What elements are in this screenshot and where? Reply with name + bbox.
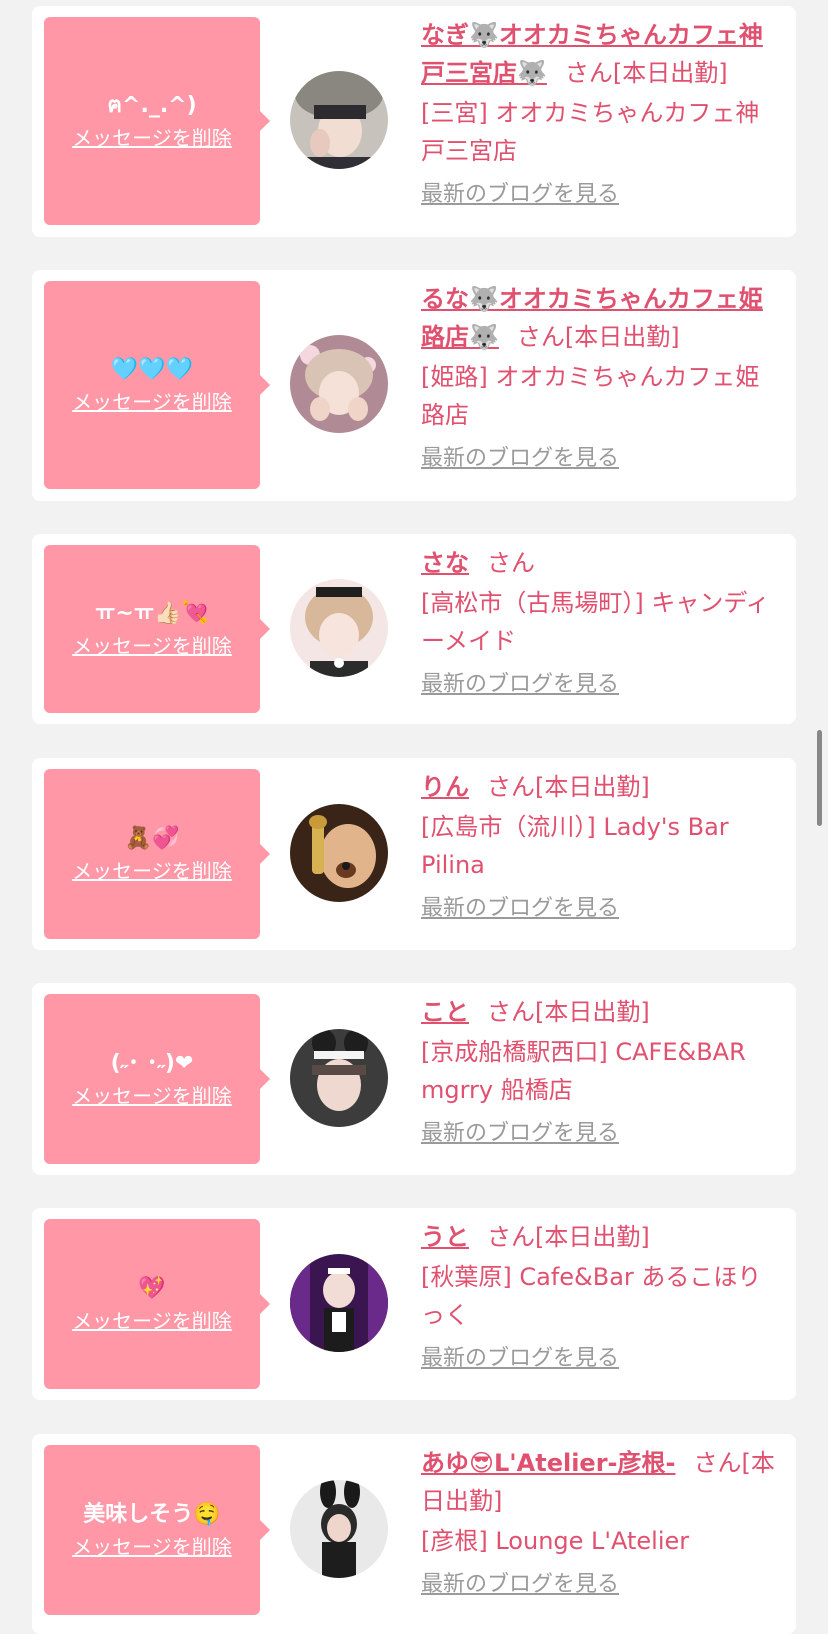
message-card: 🧸💞 メッセージを削除 りん さん[本日出勤] [広島市（流川）] Lady's … (32, 758, 796, 950)
avatar[interactable] (290, 71, 388, 169)
member-name-link[interactable]: こと (421, 998, 469, 1026)
message-card: ㅠ~ㅠ👍🏻💘 メッセージを削除 さな さん [高松市（古馬場町）] キャンディーメ… (32, 534, 796, 724)
message-bubble: ㅠ~ㅠ👍🏻💘 メッセージを削除 (44, 545, 270, 713)
message-text: 🧸💞 (124, 826, 180, 851)
latest-blog-link[interactable]: 最新のブログを見る (421, 1119, 783, 1149)
honorific: さん (487, 1223, 535, 1251)
latest-blog-link[interactable]: 最新のブログを見る (421, 180, 783, 210)
latest-blog-link[interactable]: 最新のブログを見る (421, 894, 783, 924)
honorific: さん (487, 549, 535, 577)
shop-name: [京成船橋駅西口] CAFE&BAR mgrry 船橋店 (421, 1038, 746, 1104)
member-name-link[interactable]: あゆ😎L'Atelier-彦根- (421, 1449, 675, 1477)
honorific: さん (693, 1449, 742, 1477)
member-info: こと さん[本日出勤] [京成船橋駅西口] CAFE&BAR mgrry 船橋店 … (421, 993, 783, 1149)
delete-message-link[interactable]: メッセージを削除 (72, 632, 232, 660)
shop-name: [姫路] オオカミちゃんカフェ姫路店 (421, 363, 760, 429)
shop-name: [広島市（流川）] Lady's Bar Pilina (421, 813, 729, 879)
honorific: さん (564, 59, 613, 87)
shop-name: [高松市（古馬場町）] キャンディーメイド (421, 589, 770, 655)
status-badge: [本日出勤] (535, 773, 650, 801)
latest-blog-link[interactable]: 最新のブログを見る (421, 1344, 783, 1374)
message-text: ฅ^._.^) (107, 93, 197, 118)
message-bubble: (˶･ ･˶)❤ メッセージを削除 (44, 994, 270, 1164)
message-bubble: 🧸💞 メッセージを削除 (44, 769, 270, 939)
message-card: (˶･ ･˶)❤ メッセージを削除 こと さん[本日出勤] [京成船橋駅西口] C… (32, 983, 796, 1175)
message-text: 美味しそう🤤 (83, 1502, 221, 1527)
message-text: 🩵🩵🩵 (110, 357, 194, 382)
avatar[interactable] (290, 335, 388, 433)
status-badge: [本日出勤] (535, 998, 650, 1026)
shop-name: [秋葉原] Cafe&Bar あるこほりっく (421, 1263, 762, 1329)
delete-message-link[interactable]: メッセージを削除 (72, 1307, 232, 1335)
message-text: (˶･ ･˶)❤ (110, 1051, 194, 1076)
message-card: ฅ^._.^) メッセージを削除 なぎ🐺オオカミちゃんカフェ神戸三宮店🐺 さん[本… (32, 6, 796, 237)
member-info: なぎ🐺オオカミちゃんカフェ神戸三宮店🐺 さん[本日出勤] [三宮] オオカミちゃん… (421, 16, 783, 210)
message-bubble: 💖 メッセージを削除 (44, 1219, 270, 1389)
delete-message-link[interactable]: メッセージを削除 (72, 1082, 232, 1110)
member-info: うと さん[本日出勤] [秋葉原] Cafe&Bar あるこほりっく 最新のブログ… (421, 1218, 783, 1374)
member-info: あゆ😎L'Atelier-彦根- さん[本日出勤] [彦根] Lounge L'A… (421, 1444, 783, 1600)
message-card: 🩵🩵🩵 メッセージを削除 るな🐺オオカミちゃんカフェ姫路店🐺 さん[本日出勤] [… (32, 270, 796, 501)
status-badge: [本日出勤] (564, 323, 680, 351)
avatar[interactable] (290, 1029, 388, 1127)
status-badge: [本日出勤] (612, 59, 728, 87)
avatar[interactable] (290, 579, 388, 677)
message-card: 💖 メッセージを削除 うと さん[本日出勤] [秋葉原] Cafe&Bar あるこ… (32, 1208, 796, 1400)
delete-message-link[interactable]: メッセージを削除 (72, 388, 232, 416)
honorific: さん (487, 998, 535, 1026)
member-name-link[interactable]: りん (421, 773, 469, 801)
status-badge: [本日出勤] (535, 1223, 650, 1251)
scrollbar[interactable] (817, 730, 822, 826)
honorific: さん (516, 323, 565, 351)
member-info: るな🐺オオカミちゃんカフェ姫路店🐺 さん[本日出勤] [姫路] オオカミちゃんカフ… (421, 280, 783, 474)
member-info: さな さん [高松市（古馬場町）] キャンディーメイド 最新のブログを見る (421, 544, 783, 700)
message-text: 💖 (138, 1276, 166, 1301)
delete-message-link[interactable]: メッセージを削除 (72, 1533, 232, 1561)
latest-blog-link[interactable]: 最新のブログを見る (421, 444, 783, 474)
latest-blog-link[interactable]: 最新のブログを見る (421, 670, 783, 700)
member-name-link[interactable]: うと (421, 1223, 469, 1251)
message-bubble: 🩵🩵🩵 メッセージを削除 (44, 281, 270, 489)
message-bubble: 美味しそう🤤 メッセージを削除 (44, 1445, 270, 1615)
avatar[interactable] (290, 804, 388, 902)
delete-message-link[interactable]: メッセージを削除 (72, 857, 232, 885)
message-text: ㅠ~ㅠ👍🏻💘 (95, 601, 209, 626)
honorific: さん (487, 773, 535, 801)
shop-name: [彦根] Lounge L'Atelier (421, 1527, 690, 1555)
latest-blog-link[interactable]: 最新のブログを見る (421, 1570, 783, 1600)
avatar[interactable] (290, 1480, 388, 1578)
avatar[interactable] (290, 1254, 388, 1352)
member-name-link[interactable]: さな (421, 549, 469, 577)
message-bubble: ฅ^._.^) メッセージを削除 (44, 17, 270, 225)
delete-message-link[interactable]: メッセージを削除 (72, 124, 232, 152)
message-card: 美味しそう🤤 メッセージを削除 あゆ😎L'Atelier-彦根- さん[本日出勤]… (32, 1434, 796, 1634)
shop-name: [三宮] オオカミちゃんカフェ神戸三宮店 (421, 99, 760, 165)
member-info: りん さん[本日出勤] [広島市（流川）] Lady's Bar Pilina 最… (421, 768, 783, 924)
